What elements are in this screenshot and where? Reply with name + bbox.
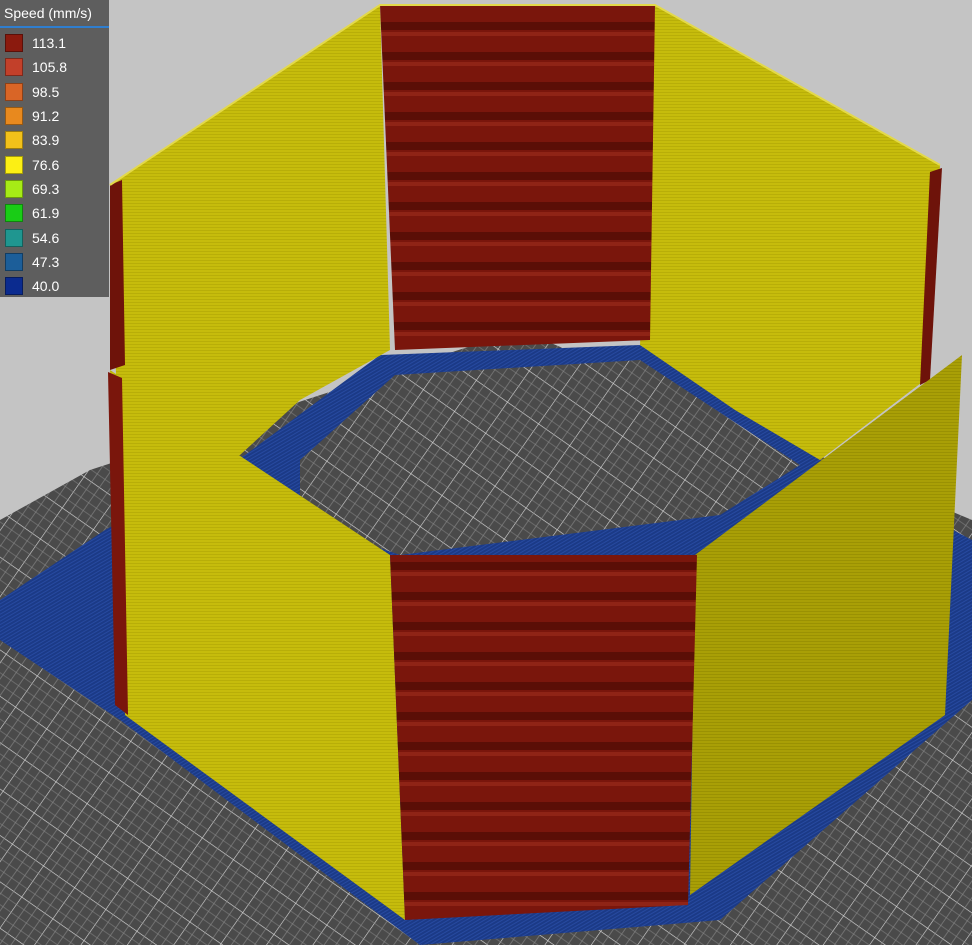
legend-value: 76.6 — [32, 156, 60, 173]
legend-color-swatch — [5, 277, 23, 296]
legend-item: 69.3 — [0, 177, 109, 201]
legend-color-swatch — [5, 131, 23, 150]
speed-legend: Speed (mm/s) 113.1 105.8 98.5 91.2 83.9 76.6 6… — [0, 0, 109, 297]
legend-item: 105.8 — [0, 55, 109, 79]
legend-color-swatch — [5, 179, 23, 198]
legend-color-swatch — [5, 252, 23, 271]
back-red-wall — [380, 5, 655, 350]
legend-item: 61.9 — [0, 201, 109, 225]
gcode-preview-viewport[interactable] — [0, 0, 972, 945]
legend-title: Speed (mm/s) — [0, 0, 109, 28]
legend-color-swatch — [5, 82, 23, 101]
legend-item: 47.3 — [0, 250, 109, 274]
front-red-wall — [390, 555, 697, 920]
legend-item: 98.5 — [0, 80, 109, 104]
legend-value: 91.2 — [32, 108, 60, 125]
legend-color-swatch — [5, 155, 23, 174]
legend-item: 113.1 — [0, 31, 109, 55]
legend-color-swatch — [5, 58, 23, 77]
legend-value: 54.6 — [32, 229, 60, 246]
legend-item: 40.0 — [0, 274, 109, 298]
legend-value: 40.0 — [32, 278, 60, 295]
legend-item: 83.9 — [0, 128, 109, 152]
legend-color-swatch — [5, 204, 23, 223]
legend-value: 98.5 — [32, 83, 60, 100]
legend-item: 54.6 — [0, 225, 109, 249]
legend-value: 61.9 — [32, 205, 60, 222]
legend-color-swatch — [5, 34, 23, 53]
legend-value: 69.3 — [32, 180, 60, 197]
legend-item: 91.2 — [0, 104, 109, 128]
legend-value: 105.8 — [32, 59, 68, 76]
legend-color-swatch — [5, 228, 23, 247]
legend-item: 76.6 — [0, 152, 109, 176]
legend-color-swatch — [5, 107, 23, 126]
legend-value: 47.3 — [32, 253, 60, 270]
legend-value: 83.9 — [32, 132, 60, 149]
legend-value: 113.1 — [32, 35, 66, 52]
legend-list: 113.1 105.8 98.5 91.2 83.9 76.6 69.3 61.9 54.6 47… — [0, 31, 109, 298]
